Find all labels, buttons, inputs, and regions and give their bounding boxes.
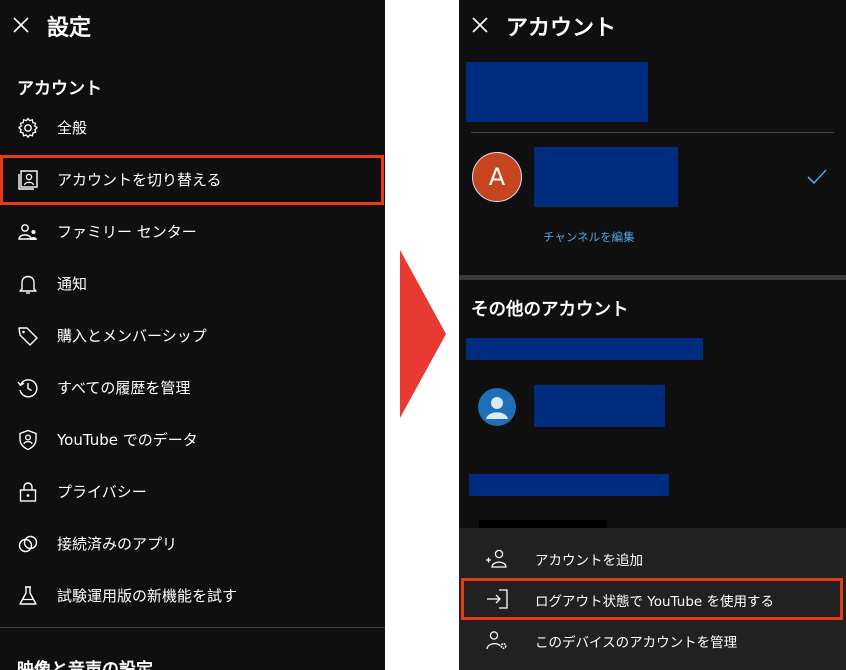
flask-icon bbox=[19, 586, 37, 605]
edit-channel-link[interactable]: チャンネルを編集 bbox=[543, 229, 635, 245]
page-title: 設定 bbox=[47, 16, 92, 41]
highlight-box bbox=[0, 155, 384, 205]
redacted-current-account[interactable] bbox=[534, 147, 678, 207]
settings-item-experimental[interactable]: 試験運用版の新機能を試す bbox=[0, 570, 385, 622]
shield-person-icon bbox=[19, 429, 37, 451]
history-icon bbox=[17, 379, 38, 398]
section-title-video-audio: 映像と音声の設定 bbox=[17, 660, 153, 670]
redacted-account-name bbox=[466, 62, 648, 122]
section-title-other-accounts: その他のアカウント bbox=[471, 300, 629, 320]
settings-item-your-data[interactable]: YouTube でのデータ bbox=[0, 414, 385, 466]
settings-item-connected-apps[interactable]: 接続済みのアプリ bbox=[0, 518, 385, 570]
avatar bbox=[478, 388, 516, 426]
settings-item-label: 接続済みのアプリ bbox=[57, 535, 178, 553]
settings-item-notifications[interactable]: 通知 bbox=[0, 258, 385, 310]
section-separator bbox=[459, 275, 846, 280]
settings-header: 設定 bbox=[0, 0, 385, 52]
page-title: アカウント bbox=[506, 16, 617, 41]
sheet-item-label: アカウントを追加 bbox=[535, 553, 643, 569]
family-icon bbox=[18, 224, 37, 240]
add-account-button[interactable]: アカウントを追加 bbox=[459, 538, 846, 578]
section-divider bbox=[0, 627, 385, 628]
settings-item-privacy[interactable]: プライバシー bbox=[0, 466, 385, 518]
add-account-icon bbox=[486, 549, 507, 568]
account-panel: アカウント その他のアカウント アカウントを追加 ログアウト状態で YouTub… bbox=[459, 0, 846, 670]
account-header: アカウント bbox=[459, 0, 846, 52]
settings-item-label: 購入とメンバーシップ bbox=[57, 327, 207, 345]
settings-item-label: プライバシー bbox=[57, 483, 147, 501]
gear-icon bbox=[17, 117, 39, 139]
settings-item-general[interactable]: 全般 bbox=[0, 102, 385, 154]
redacted-other-account[interactable] bbox=[534, 385, 665, 427]
manage-accounts-icon bbox=[486, 631, 507, 650]
settings-item-label: ファミリー センター bbox=[57, 223, 197, 241]
close-icon[interactable] bbox=[10, 14, 32, 36]
settings-item-label: 通知 bbox=[57, 275, 88, 293]
sheet-item-label: このデバイスのアカウントを管理 bbox=[535, 635, 738, 651]
avatar: A bbox=[472, 152, 522, 202]
settings-item-purchases[interactable]: 購入とメンバーシップ bbox=[0, 310, 385, 362]
connected-apps-icon bbox=[18, 535, 38, 553]
highlight-box bbox=[461, 578, 843, 620]
account-divider bbox=[471, 132, 834, 133]
settings-item-family-center[interactable]: ファミリー センター bbox=[0, 206, 385, 258]
transition-arrow bbox=[400, 250, 446, 418]
bell-icon bbox=[19, 275, 37, 294]
settings-item-label: すべての履歴を管理 bbox=[57, 379, 191, 397]
redacted-other-email bbox=[466, 338, 703, 360]
list-item-partial bbox=[479, 520, 607, 528]
lock-icon bbox=[19, 482, 37, 502]
settings-item-label: 試験運用版の新機能を試す bbox=[57, 587, 238, 605]
settings-item-label: YouTube でのデータ bbox=[57, 431, 198, 449]
close-icon[interactable] bbox=[469, 14, 491, 36]
section-title-account: アカウント bbox=[17, 79, 102, 99]
check-icon bbox=[807, 169, 827, 185]
settings-item-history[interactable]: すべての履歴を管理 bbox=[0, 362, 385, 414]
manage-accounts-button[interactable]: このデバイスのアカウントを管理 bbox=[459, 620, 846, 660]
redacted-other-email-2 bbox=[469, 474, 669, 496]
tag-icon bbox=[18, 327, 38, 346]
settings-item-label: 全般 bbox=[57, 119, 88, 137]
settings-panel: 設定 アカウント 全般 アカウントを切り替える ファミリー センター 通知 購入… bbox=[0, 0, 385, 670]
